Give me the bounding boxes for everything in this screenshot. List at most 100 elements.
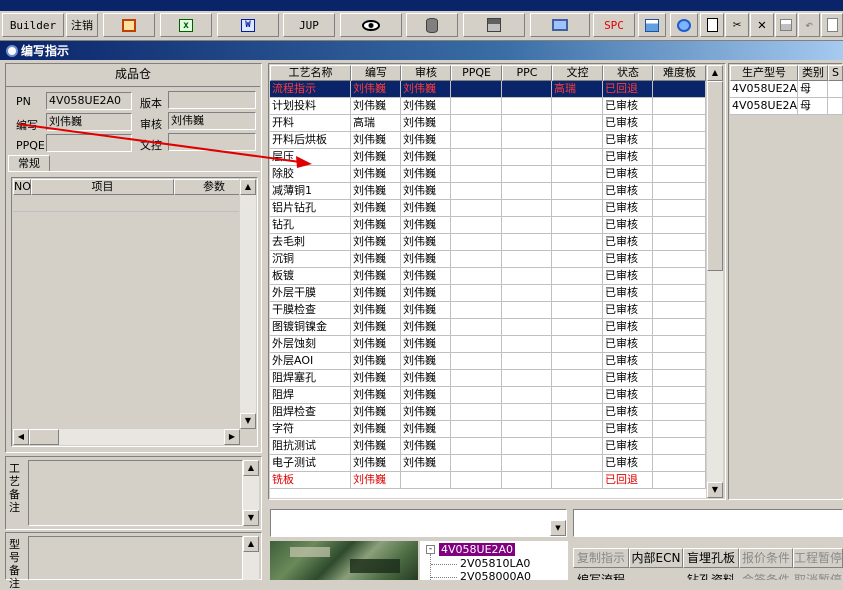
table-row[interactable]: 字符 刘伟巍 刘伟巍 已审核 <box>270 421 706 438</box>
calculator-button[interactable] <box>638 13 666 37</box>
table-row[interactable]: 开料 高瑞 刘伟巍 已审核 <box>270 115 706 132</box>
reviewer-field[interactable]: 刘伟巍 <box>168 112 256 130</box>
table-row[interactable]: 阻焊塞孔 刘伟巍 刘伟巍 已审核 <box>270 370 706 387</box>
tree-child[interactable]: 2V05810LA0 <box>460 557 530 570</box>
copy-instruction-button[interactable]: 复制指示 <box>573 548 629 568</box>
table-row[interactable]: 除胶 刘伟巍 刘伟巍 已审核 <box>270 166 706 183</box>
undo-button[interactable]: ↶ <box>798 13 820 37</box>
computer-button[interactable] <box>530 13 590 37</box>
column-header[interactable]: 状态 <box>603 65 653 81</box>
table-row[interactable]: 4V058UE2A0 母 <box>730 98 843 115</box>
column-header[interactable]: 项目 <box>31 179 174 195</box>
column-header[interactable]: 难度板 <box>653 65 706 81</box>
table-row[interactable]: 沉铜 刘伟巍 刘伟巍 已审核 <box>270 251 706 268</box>
chevron-down-icon[interactable]: ▼ <box>550 520 566 536</box>
table-row[interactable]: 铝片钻孔 刘伟巍 刘伟巍 已审核 <box>270 200 706 217</box>
engineering-pause-button[interactable]: 工程暂停 <box>793 548 843 568</box>
vscroll-thumb[interactable] <box>707 81 723 271</box>
tree-child[interactable]: 2V058000A0 <box>460 570 531 583</box>
scroll-right-icon[interactable]: ▶ <box>224 429 240 445</box>
table-row[interactable]: 干膜检查 刘伟巍 刘伟巍 已审核 <box>270 302 706 319</box>
scroll-up-icon[interactable]: ▲ <box>707 65 723 81</box>
column-header[interactable]: PPC <box>502 65 552 81</box>
process-notes-field[interactable] <box>28 460 243 526</box>
internet-explorer-button[interactable] <box>670 13 698 37</box>
hscroll-thumb[interactable] <box>29 429 59 445</box>
logout-button[interactable]: 注销 <box>66 13 98 37</box>
table-row[interactable]: 减薄铜1 刘伟巍 刘伟巍 已审核 <box>270 183 706 200</box>
column-header[interactable]: NO <box>13 179 31 195</box>
selected-table-row[interactable]: 流程指示 刘伟巍 刘伟巍 高瑞 已回退 <box>270 81 706 98</box>
close-button[interactable]: ✕ <box>750 13 774 37</box>
save-button[interactable] <box>775 13 797 37</box>
scroll-up-icon[interactable]: ▲ <box>240 179 256 195</box>
table-row[interactable]: 阻焊 刘伟巍 刘伟巍 已审核 <box>270 387 706 404</box>
table-row[interactable]: 去毛刺 刘伟巍 刘伟巍 已审核 <box>270 234 706 251</box>
tree-root[interactable]: 4V058UE2A0 <box>439 543 516 556</box>
table-row[interactable]: 外层蚀刻 刘伟巍 刘伟巍 已审核 <box>270 336 706 353</box>
writer-field[interactable]: 刘伟巍 <box>46 113 132 131</box>
jup-button[interactable]: JUP <box>283 13 335 37</box>
column-header[interactable]: S <box>828 65 843 81</box>
search-input[interactable] <box>573 509 843 537</box>
table-row[interactable]: 钻孔 刘伟巍 刘伟巍 已审核 <box>270 217 706 234</box>
table-row[interactable]: 阻焊检查 刘伟巍 刘伟巍 已审核 <box>270 404 706 421</box>
version-field[interactable] <box>168 91 256 109</box>
model-notes-vscroll[interactable]: ▲ <box>243 536 259 580</box>
column-header[interactable]: 类别 <box>798 65 828 81</box>
table-row[interactable]: 阻抗测试 刘伟巍 刘伟巍 已审核 <box>270 438 706 455</box>
network-button[interactable] <box>463 13 525 37</box>
scroll-up-icon[interactable]: ▲ <box>243 460 259 476</box>
model-notes-field[interactable] <box>28 536 243 580</box>
table-row[interactable]: 电子测试 刘伟巍 刘伟巍 已审核 <box>270 455 706 472</box>
scroll-left-icon[interactable]: ◀ <box>13 429 29 445</box>
table-row[interactable]: 外层干膜 刘伟巍 刘伟巍 已审核 <box>270 285 706 302</box>
parameter-grid-hscroll[interactable]: ◀ ▶ <box>13 429 240 445</box>
table-row[interactable]: 外层AOI 刘伟巍 刘伟巍 已审核 <box>270 353 706 370</box>
table-row[interactable]: 层压 刘伟巍 刘伟巍 已审核 <box>270 149 706 166</box>
table-row[interactable]: 4V058UE2A0 母 <box>730 81 843 98</box>
scroll-down-icon[interactable]: ▼ <box>707 482 723 498</box>
column-header[interactable]: 参数 <box>174 179 239 195</box>
excel-button[interactable]: x <box>160 13 212 37</box>
tab-general[interactable]: 常规 <box>8 155 50 172</box>
column-header[interactable]: 工艺名称 <box>270 65 351 81</box>
write-flow-button[interactable]: 编写流程 <box>573 569 629 580</box>
column-header[interactable]: 文控 <box>552 65 603 81</box>
parameter-grid-vscroll[interactable]: ▲ ▼ <box>240 179 256 429</box>
cancel-pause-button[interactable]: 取消暂停 <box>793 569 843 580</box>
table-row[interactable]: 计划投料 刘伟巍 刘伟巍 已审核 <box>270 98 706 115</box>
process-grid-vscroll[interactable]: ▲ ▼ <box>707 65 723 498</box>
tree-collapse-icon[interactable]: - <box>426 545 435 554</box>
cut-button[interactable]: ✂ <box>725 13 749 37</box>
new-document-button[interactable] <box>700 13 724 37</box>
pn-field[interactable]: 4V058UE2A0 <box>46 92 132 110</box>
word-button[interactable]: W <box>217 13 279 37</box>
doc-control-field[interactable] <box>168 133 256 151</box>
column-header[interactable]: 审核 <box>401 65 451 81</box>
column-header[interactable]: 编写 <box>351 65 401 81</box>
column-header[interactable]: 生产型号 <box>730 65 798 81</box>
quote-conditions-button[interactable]: 报价条件 <box>739 548 793 568</box>
table-row[interactable]: 图镀铜镍金 刘伟巍 刘伟巍 已审核 <box>270 319 706 336</box>
process-notes-vscroll[interactable]: ▲ ▼ <box>243 460 259 526</box>
builder-button[interactable]: Builder <box>2 13 64 37</box>
scroll-down-icon[interactable]: ▼ <box>240 413 256 429</box>
drill-data-button[interactable]: 钻孔资料 <box>683 569 739 580</box>
internal-ecn-button[interactable]: 内部ECN <box>629 548 683 568</box>
eye-button[interactable] <box>340 13 402 37</box>
column-header[interactable]: PPQE <box>451 65 502 81</box>
filter-combo[interactable]: ▼ <box>270 509 567 537</box>
table-row[interactable]: 板镀 刘伟巍 刘伟巍 已审核 <box>270 268 706 285</box>
scroll-up-icon[interactable]: ▲ <box>243 536 259 552</box>
scroll-down-icon[interactable]: ▼ <box>243 510 259 526</box>
report-button[interactable] <box>103 13 155 37</box>
spc-button[interactable]: SPC <box>593 13 635 37</box>
blind-buried-via-button[interactable]: 盲埋孔板 <box>683 548 739 568</box>
ppqe-field[interactable] <box>46 134 132 152</box>
table-row[interactable]: 开料后烘板 刘伟巍 刘伟巍 已审核 <box>270 132 706 149</box>
countersign-conditions-button[interactable]: 会签条件 <box>739 569 793 580</box>
preview-button[interactable] <box>821 13 843 37</box>
database-button[interactable] <box>406 13 458 37</box>
table-row[interactable]: 铣板 刘伟巍 已回退 <box>270 472 706 489</box>
